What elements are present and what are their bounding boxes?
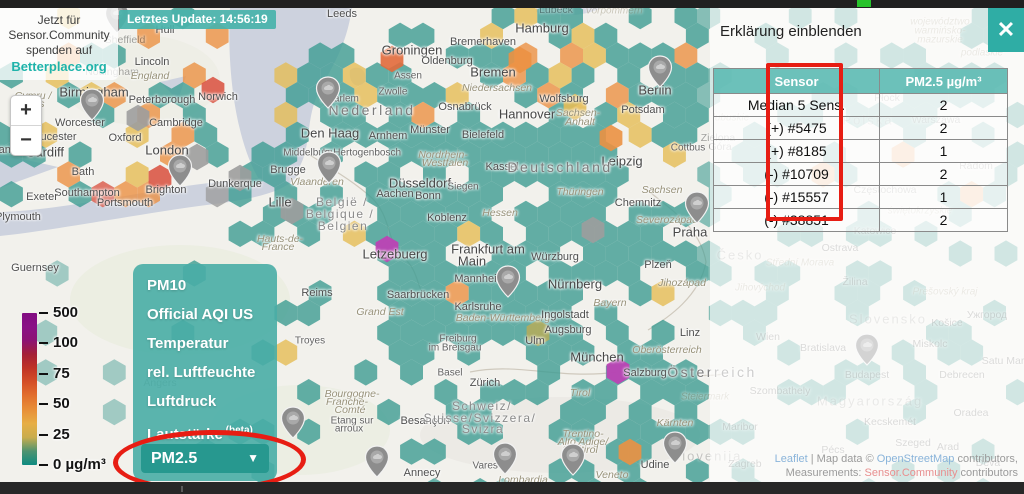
legend-tick-label: 0 µg/m³ [53, 456, 106, 473]
legend-tick-label: 25 [53, 426, 70, 443]
layer-menu-item-rel-luftfeuchte[interactable]: rel. Luftfeuchte [147, 358, 269, 387]
pm25-value-cell: 1 [880, 186, 1008, 209]
attribution-text: Measurements: [786, 467, 865, 479]
legend-tick-dash [39, 403, 48, 405]
attribution-text: contributors, [954, 453, 1018, 465]
table-row: (-) #107092 [714, 163, 1008, 186]
attribution-text: Sensor.Community [865, 467, 958, 479]
close-icon[interactable]: ✕ [988, 8, 1024, 52]
attribution-text: | Map data © [808, 453, 877, 465]
bottom-bar-divider [181, 486, 183, 492]
annotation-red-rectangle [766, 63, 843, 221]
top-bar-green-indicator [857, 0, 871, 7]
layer-menu-item-label: Temperatur [147, 335, 228, 352]
legend-tick-dash [39, 342, 48, 344]
legend-tick-label: 100 [53, 335, 78, 352]
attribution-link[interactable]: OpenStreetMap [877, 453, 955, 465]
layer-menu-item-label: PM10 [147, 277, 186, 294]
legend-tick-dash [39, 464, 48, 466]
pm25-value-cell: 2 [880, 117, 1008, 140]
legend-tick-dash [39, 434, 48, 436]
attribution-line: Leaflet | Map data © OpenStreetMap contr… [775, 452, 1018, 466]
layer-menu-item-official-aqi-us[interactable]: Official AQI US [147, 300, 269, 329]
table-row: (+) #81851 [714, 140, 1008, 163]
zoom-control: + − [10, 95, 42, 156]
legend-tick-label: 500 [53, 304, 78, 321]
layer-menu-item-label: rel. Luftfeuchte [147, 364, 255, 381]
last-update-badge: Letztes Update: 14:56:19 [119, 10, 276, 29]
layer-menu-item-label: Luftdruck [147, 393, 216, 410]
table-row: (-) #155571 [714, 186, 1008, 209]
legend-tick-dash [39, 373, 48, 375]
air-quality-map-app: LeedsHullSheffieldLincolnNottinghamEngla… [0, 0, 1024, 494]
zoom-out-button[interactable]: − [11, 126, 41, 155]
table-row: Median 5 Sens.2 [714, 94, 1008, 117]
layer-menu-items: PM10 Official AQI US Temperatur rel. Luftfe… [147, 271, 269, 445]
donation-box: Jetzt für Sensor.Community spenden auf B… [0, 8, 118, 80]
donation-text: Jetzt für [0, 13, 118, 28]
pm25-column-header: PM2.5 µg/m³ [880, 69, 1008, 94]
table-header-row: Sensor PM2.5 µg/m³ [714, 69, 1008, 94]
layer-menu-item-temperatur[interactable]: Temperatur [147, 329, 269, 358]
legend-tick-label: 75 [53, 365, 70, 382]
layer-menu-item-luftdruck[interactable]: Luftdruck [147, 387, 269, 416]
pm25-value-cell: 2 [880, 209, 1008, 232]
table-row: (-) #388512 [714, 209, 1008, 232]
legend-gradient-bar [22, 313, 37, 465]
betterplace-link[interactable]: Betterplace.org [0, 59, 118, 74]
sensor-table: Sensor PM2.5 µg/m³ Median 5 Sens.2(+) #5… [713, 68, 1008, 232]
explanation-toggle[interactable]: Erklärung einblenden [720, 23, 862, 40]
pm25-value-cell: 2 [880, 163, 1008, 186]
pm25-value-cell: 2 [880, 94, 1008, 117]
donation-text: Sensor.Community [0, 28, 118, 43]
pm25-value-cell: 1 [880, 140, 1008, 163]
attribution-link[interactable]: Leaflet [775, 453, 808, 465]
layer-menu-item-label: Official AQI US [147, 306, 253, 323]
donation-text: spenden auf [0, 43, 118, 58]
zoom-in-button[interactable]: + [11, 96, 41, 126]
bottom-window-bar [0, 482, 1024, 494]
table-row: (+) #54752 [714, 117, 1008, 140]
legend-tick-dash [39, 312, 48, 314]
legend-tick-label: 50 [53, 395, 70, 412]
attribution-line: Measurements: Sensor.Community contribut… [775, 466, 1018, 480]
map-attribution: Leaflet | Map data © OpenStreetMap contr… [775, 452, 1018, 480]
color-scale-legend: 5001007550250 µg/m³ [22, 313, 142, 465]
attribution-text: contributors [957, 467, 1018, 479]
explanation-panel: Erklärung einblenden ✕ Sensor PM2.5 µg/m… [710, 8, 1024, 494]
layer-menu-item-pm10[interactable]: PM10 [147, 271, 269, 300]
